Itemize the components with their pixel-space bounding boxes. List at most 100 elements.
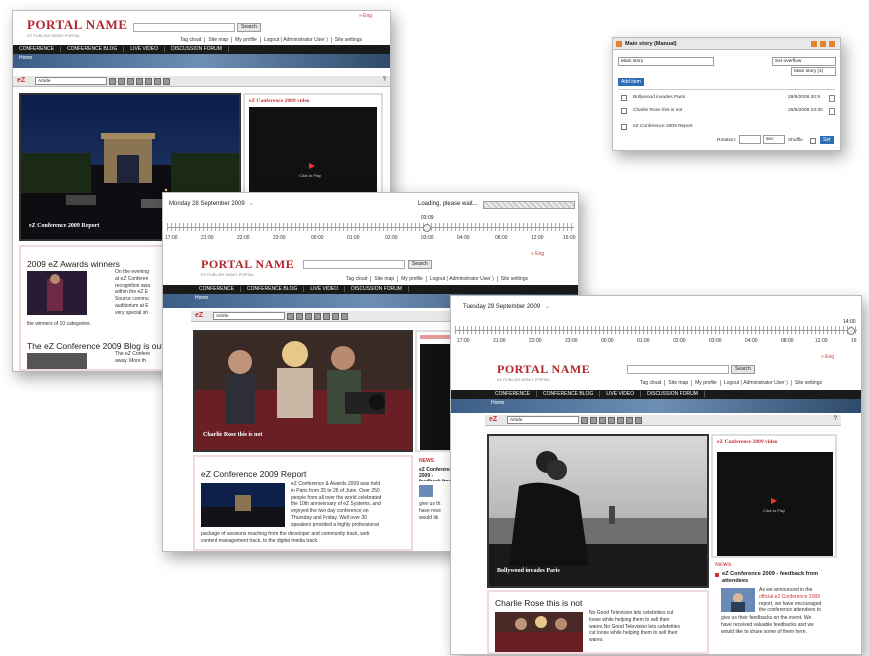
site-map-link[interactable]: Site map bbox=[204, 37, 232, 43]
tag-cloud-link[interactable]: Tag cloud bbox=[637, 380, 664, 386]
breadcrumb-home[interactable]: Home bbox=[491, 400, 504, 406]
settings-icon[interactable] bbox=[163, 78, 170, 85]
nav-live-video[interactable]: LIVE VIDEO bbox=[600, 391, 642, 397]
language-link[interactable]: » Eng bbox=[359, 13, 372, 19]
article-title-awards[interactable]: 2009 eZ Awards winners bbox=[27, 259, 120, 269]
charlie-thumbnail[interactable] bbox=[495, 612, 583, 652]
site-settings-link[interactable]: Site settings bbox=[330, 37, 365, 43]
move-icon[interactable] bbox=[118, 78, 125, 85]
my-profile-link[interactable]: My profile bbox=[231, 37, 260, 43]
my-profile-link[interactable]: My profile bbox=[397, 276, 426, 282]
main-story-caption[interactable]: Charlie Rose this is not bbox=[203, 432, 262, 438]
item-checkbox[interactable] bbox=[621, 95, 627, 101]
nav-live-video[interactable]: LIVE VIDEO bbox=[304, 286, 346, 292]
play-icon[interactable]: ▶ bbox=[771, 496, 777, 505]
my-profile-link[interactable]: My profile bbox=[691, 380, 720, 386]
logout-link[interactable]: Logout ( Administrator User ) bbox=[425, 276, 497, 282]
nav-conference-blog[interactable]: CONFERENCE BLOG bbox=[61, 46, 125, 52]
video-player[interactable]: ▶ Click to Play bbox=[717, 452, 833, 556]
search-input[interactable] bbox=[133, 23, 235, 32]
item-checkbox[interactable] bbox=[621, 108, 627, 114]
minimize-icon[interactable] bbox=[811, 41, 817, 47]
remove-icon[interactable] bbox=[599, 417, 606, 424]
nav-conference-blog[interactable]: CONFERENCE BLOG bbox=[537, 391, 601, 397]
copy-icon[interactable] bbox=[136, 78, 143, 85]
add-icon[interactable] bbox=[154, 78, 161, 85]
nav-conference[interactable]: CONFERENCE bbox=[489, 391, 538, 397]
logout-link[interactable]: Logout ( Administrator User ) bbox=[719, 380, 791, 386]
breadcrumb-home[interactable]: Home bbox=[195, 295, 208, 301]
item-label[interactable]: Charlie Rose this is not bbox=[633, 108, 682, 113]
chevron-down-icon[interactable]: ⌄ bbox=[249, 200, 254, 207]
video-player[interactable] bbox=[420, 344, 454, 450]
site-map-link[interactable]: Site map bbox=[370, 276, 398, 282]
settings-icon[interactable] bbox=[635, 417, 642, 424]
nav-conference[interactable]: CONFERENCE bbox=[13, 46, 62, 52]
edit-icon[interactable] bbox=[287, 313, 294, 320]
item-checkbox[interactable] bbox=[621, 124, 627, 130]
story-name-field[interactable]: Main story bbox=[618, 57, 714, 66]
timeline-date[interactable]: Tuesday 29 September 2009 bbox=[463, 304, 540, 310]
bollywood-paris-image[interactable] bbox=[489, 436, 707, 586]
close-icon[interactable] bbox=[829, 41, 835, 47]
portal-logo[interactable]: PORTAL NAME bbox=[497, 362, 590, 377]
play-icon[interactable]: ▶ bbox=[309, 161, 315, 170]
rotation-input[interactable] bbox=[739, 135, 761, 144]
nav-conference[interactable]: CONFERENCE bbox=[193, 286, 242, 292]
search-input[interactable] bbox=[627, 365, 729, 374]
class-select[interactable]: Article bbox=[213, 312, 285, 320]
settings-icon[interactable] bbox=[341, 313, 348, 320]
news-thumb[interactable] bbox=[419, 485, 433, 497]
news-item-title[interactable]: eZ Conference 2009 - feedback from atten… bbox=[722, 571, 834, 585]
move-icon[interactable] bbox=[296, 313, 303, 320]
cut-icon[interactable] bbox=[617, 417, 624, 424]
shuffle-checkbox[interactable] bbox=[810, 138, 816, 144]
timeline-slider-handle[interactable] bbox=[423, 224, 431, 232]
overflow-select[interactable]: Set overflow bbox=[772, 57, 836, 66]
blog-thumbnail[interactable] bbox=[27, 353, 87, 369]
move-icon[interactable] bbox=[590, 417, 597, 424]
main-story-caption[interactable]: eZ Conference 2009 Report bbox=[29, 223, 99, 229]
report-thumbnail[interactable] bbox=[201, 483, 285, 527]
add-item-button[interactable]: Add item bbox=[618, 78, 644, 86]
nav-discussion-forum[interactable]: DISCUSSION FORUM bbox=[345, 286, 409, 292]
add-icon[interactable] bbox=[626, 417, 633, 424]
main-story-caption[interactable]: Bollywood invades Paris bbox=[497, 568, 560, 574]
language-link[interactable]: » Eng bbox=[531, 251, 544, 257]
language-link[interactable]: » Eng bbox=[821, 354, 834, 360]
article-title-blog[interactable]: The eZ Conference 2009 Blog is out ! bbox=[27, 341, 168, 351]
remove-icon[interactable] bbox=[127, 78, 134, 85]
awards-thumbnail[interactable] bbox=[27, 271, 87, 315]
site-settings-link[interactable]: Site settings bbox=[790, 380, 825, 386]
add-icon[interactable] bbox=[332, 313, 339, 320]
nav-discussion-forum[interactable]: DISCUSSION FORUM bbox=[641, 391, 705, 397]
help-icon[interactable]: ? bbox=[383, 77, 386, 83]
story-select[interactable]: Main story (1) bbox=[791, 67, 836, 76]
search-input[interactable] bbox=[303, 260, 405, 269]
search-button[interactable]: Search bbox=[408, 260, 432, 269]
help-icon[interactable]: ? bbox=[834, 416, 837, 422]
calendar-icon[interactable] bbox=[829, 108, 835, 115]
item-label[interactable]: Bollywood invades Paris bbox=[633, 95, 685, 100]
cut-icon[interactable] bbox=[323, 313, 330, 320]
site-settings-link[interactable]: Site settings bbox=[496, 276, 531, 282]
nav-discussion-forum[interactable]: DISCUSSION FORUM bbox=[165, 46, 229, 52]
portal-logo[interactable]: PORTAL NAME bbox=[27, 17, 128, 33]
edit-icon[interactable] bbox=[109, 78, 116, 85]
nav-live-video[interactable]: LIVE VIDEO bbox=[124, 46, 166, 52]
nav-conference-blog[interactable]: CONFERENCE BLOG bbox=[241, 286, 305, 292]
remove-icon[interactable] bbox=[305, 313, 312, 320]
search-button[interactable]: Search bbox=[237, 23, 261, 32]
class-select[interactable]: Article bbox=[35, 77, 107, 85]
news-thumbnail[interactable] bbox=[721, 588, 755, 612]
set-button[interactable]: Set bbox=[820, 136, 834, 144]
breadcrumb-home[interactable]: Home bbox=[19, 55, 32, 61]
chevron-down-icon[interactable]: ⌄ bbox=[545, 303, 550, 310]
copy-icon[interactable] bbox=[608, 417, 615, 424]
article-title-charlie[interactable]: Charlie Rose this is not bbox=[495, 598, 582, 608]
item-label[interactable]: eZ Conference 2009 Report bbox=[633, 124, 692, 129]
tag-cloud-link[interactable]: Tag cloud bbox=[177, 37, 204, 43]
logout-link[interactable]: Logout ( Administrator User ) bbox=[259, 37, 331, 43]
article-title-report[interactable]: eZ Conference 2009 Report bbox=[201, 469, 306, 479]
edit-icon[interactable] bbox=[581, 417, 588, 424]
